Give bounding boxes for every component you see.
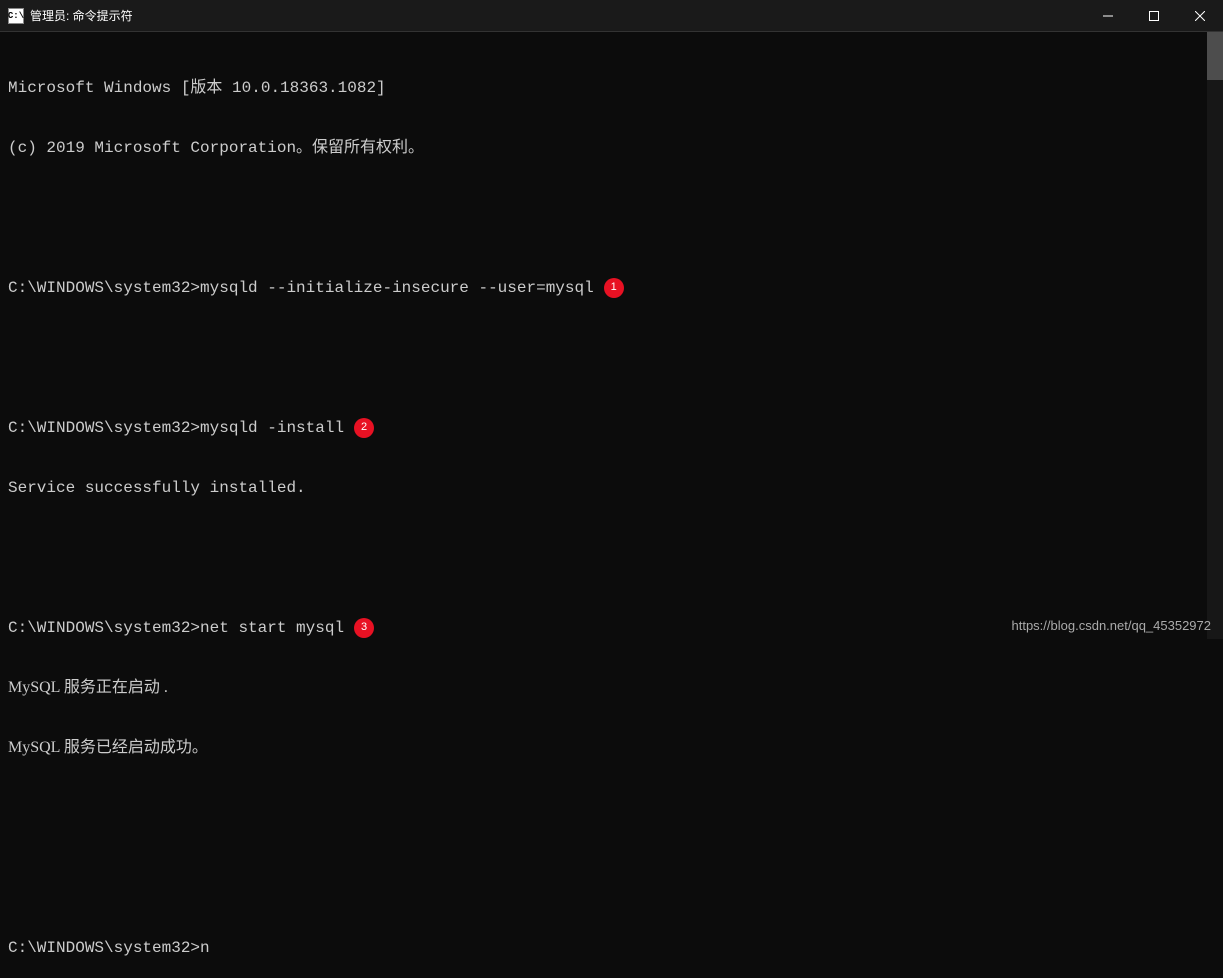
current-input[interactable]: n xyxy=(200,938,210,958)
command: net start mysql xyxy=(200,618,344,638)
prompt: C:\WINDOWS\system32> xyxy=(8,938,200,958)
prompt: C:\WINDOWS\system32> xyxy=(8,418,200,438)
window-title: 管理员: 命令提示符 xyxy=(30,7,133,24)
header-line-1: Microsoft Windows [版本 10.0.18363.1082] xyxy=(8,78,1215,98)
scrollbar-thumb[interactable] xyxy=(1207,32,1223,80)
watermark-text: https://blog.csdn.net/qq_45352972 xyxy=(1012,618,1212,633)
output-line: Service successfully installed. xyxy=(8,478,1215,498)
title-left: C:\ 管理员: 命令提示符 xyxy=(8,7,133,24)
terminal-area[interactable]: Microsoft Windows [版本 10.0.18363.1082] (… xyxy=(0,32,1223,639)
cmd-line-2: C:\WINDOWS\system32>mysqld -install 2 xyxy=(8,418,1215,438)
maximize-button[interactable] xyxy=(1131,0,1177,31)
annotation-badge-3: 3 xyxy=(354,618,374,638)
annotation-badge-1: 1 xyxy=(604,278,624,298)
blank-line xyxy=(8,858,1215,878)
minimize-button[interactable] xyxy=(1085,0,1131,31)
blank-line xyxy=(8,798,1215,818)
blank-line xyxy=(8,198,1215,218)
close-button[interactable] xyxy=(1177,0,1223,31)
close-icon xyxy=(1195,11,1205,21)
prompt: C:\WINDOWS\system32> xyxy=(8,618,200,638)
prompt: C:\WINDOWS\system32> xyxy=(8,278,200,298)
vertical-scrollbar[interactable] xyxy=(1207,32,1223,639)
output-line: MySQL 服务已经启动成功。 xyxy=(8,738,1215,758)
command: mysqld -install xyxy=(200,418,344,438)
annotation-badge-2: 2 xyxy=(354,418,374,438)
cmd-line-current: C:\WINDOWS\system32>n xyxy=(8,938,1215,958)
blank-line xyxy=(8,538,1215,558)
maximize-icon xyxy=(1149,11,1159,21)
cmd-app-icon: C:\ xyxy=(8,8,24,24)
output-line: MySQL 服务正在启动 . xyxy=(8,678,1215,698)
window-controls xyxy=(1085,0,1223,31)
cmd-line-1: C:\WINDOWS\system32>mysqld --initialize-… xyxy=(8,278,1215,298)
command: mysqld --initialize-insecure --user=mysq… xyxy=(200,278,594,298)
header-line-2: (c) 2019 Microsoft Corporation。保留所有权利。 xyxy=(8,138,1215,158)
titlebar: C:\ 管理员: 命令提示符 xyxy=(0,0,1223,32)
minimize-icon xyxy=(1103,11,1113,21)
blank-line xyxy=(8,338,1215,358)
